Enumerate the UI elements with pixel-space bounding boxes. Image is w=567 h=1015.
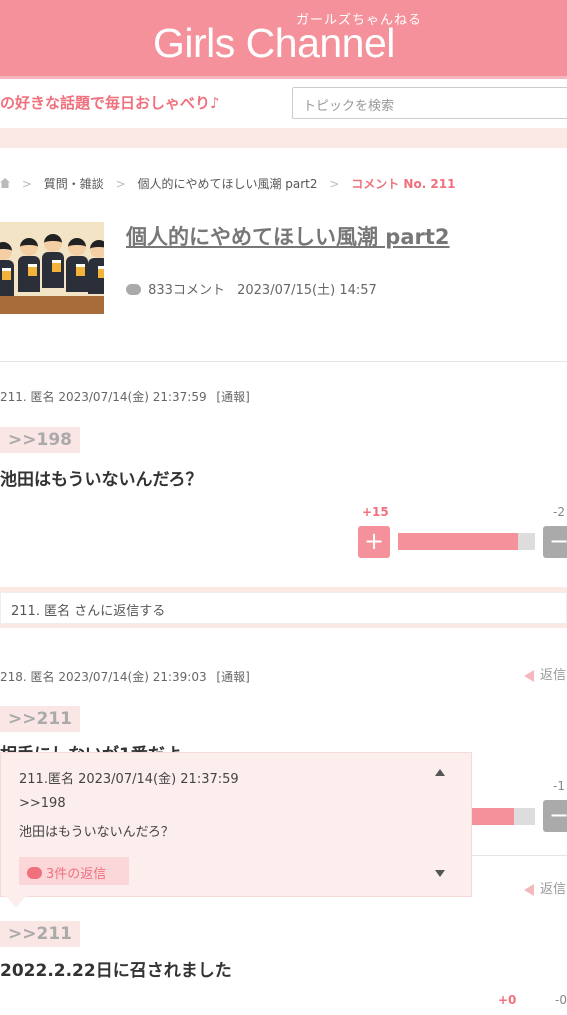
comment-number-date: 211. 匿名 2023/07/14(金) 21:37:59 (0, 390, 207, 404)
plus-icon: + (363, 527, 385, 555)
comment-body: 2022.2.22日に召されました (0, 961, 232, 981)
breadcrumb-separator: > (115, 177, 126, 191)
reply-link[interactable]: 返信 (524, 664, 566, 683)
popup-anchor[interactable]: >>198 (19, 796, 66, 811)
breadcrumb-category[interactable]: 質問・雑談 (44, 177, 104, 191)
comment-body: 池田はもういないんだろ？ (0, 470, 203, 490)
plus-count: +0 (498, 993, 517, 1007)
breadcrumb-topic[interactable]: 個人的にやめてほしい風潮 part2 (137, 177, 317, 191)
report-link[interactable]: [通報] (216, 390, 249, 404)
home-icon[interactable] (0, 178, 10, 188)
popup-tail (6, 896, 26, 908)
reply-arrow-icon (524, 669, 534, 682)
anchor-link[interactable]: >>211 (0, 706, 80, 732)
reply-label: 返信 (540, 882, 567, 897)
topic-title-link[interactable]: 個人的にやめてほしい風潮 part2 (126, 221, 450, 251)
breadcrumb-separator: > (329, 177, 340, 191)
minus-button[interactable]: − (543, 800, 567, 832)
minus-count: -0 (555, 993, 567, 1007)
vote-ratio-fill (398, 533, 518, 550)
comment-number-date: 218. 匿名 2023/07/14(金) 21:39:03 (0, 670, 207, 684)
comment-header: 211. 匿名 2023/07/14(金) 21:37:59 [通報] (0, 388, 250, 405)
popup-header: 211.匿名 2023/07/14(金) 21:37:59 (19, 772, 239, 787)
minus-button[interactable]: − (543, 526, 567, 558)
site-logo[interactable]: Girls Channel (153, 20, 395, 67)
anchor-link[interactable]: >>211 (0, 921, 80, 947)
plus-button[interactable]: + (358, 526, 390, 558)
minus-count: -2 (553, 505, 565, 519)
reply-to-comment-input[interactable]: 211. 匿名 さんに返信する (0, 592, 567, 624)
speech-bubble-icon (126, 284, 141, 295)
comment-header: 218. 匿名 2023/07/14(金) 21:39:03 [通報] (0, 668, 250, 685)
anchor-link[interactable]: >>198 (0, 427, 80, 453)
search-input[interactable]: トピックを検索 (292, 87, 567, 119)
popup-replies-button[interactable]: 3件の返信 (19, 857, 129, 885)
reply-arrow-icon (524, 883, 534, 896)
section-band (0, 128, 567, 148)
scroll-down-icon[interactable] (435, 870, 445, 877)
topic-comment-count: 833コメント (148, 283, 225, 298)
speech-bubble-icon (27, 867, 42, 879)
plus-count: +15 (362, 505, 389, 519)
header-divider (0, 76, 567, 79)
scroll-up-icon[interactable] (435, 769, 445, 776)
breadcrumb: > 質問・雑談 > 個人的にやめてほしい風潮 part2 > コメント No. … (0, 175, 456, 192)
reply-link[interactable]: 返信 (524, 878, 566, 897)
reply-label: 返信 (540, 668, 567, 683)
breadcrumb-current: コメント No. 211 (351, 177, 456, 191)
anchor-popup: 211.匿名 2023/07/14(金) 21:37:59 >>198 池田はも… (0, 752, 472, 897)
minus-count: -1 (553, 779, 565, 793)
topic-date: 2023/07/15(土) 14:57 (237, 283, 377, 298)
popup-replies-label: 3件の返信 (46, 867, 107, 882)
site-header: ガールズちゃんねる Girls Channel (0, 0, 567, 78)
popup-text: 池田はもういないんだろ？ (19, 825, 174, 840)
minus-icon: − (548, 527, 567, 555)
popup-scrollbar[interactable] (431, 765, 449, 887)
report-link[interactable]: [通報] (216, 670, 249, 684)
topic-thumbnail[interactable] (0, 222, 104, 314)
site-tagline: の好きな話題で毎日おしゃべり♪ (0, 94, 220, 112)
divider (0, 361, 567, 362)
breadcrumb-separator: > (21, 177, 32, 191)
minus-icon: − (548, 801, 567, 829)
topic-meta: 833コメント 2023/07/15(土) 14:57 (126, 279, 377, 298)
vote-ratio-bar (398, 533, 535, 550)
